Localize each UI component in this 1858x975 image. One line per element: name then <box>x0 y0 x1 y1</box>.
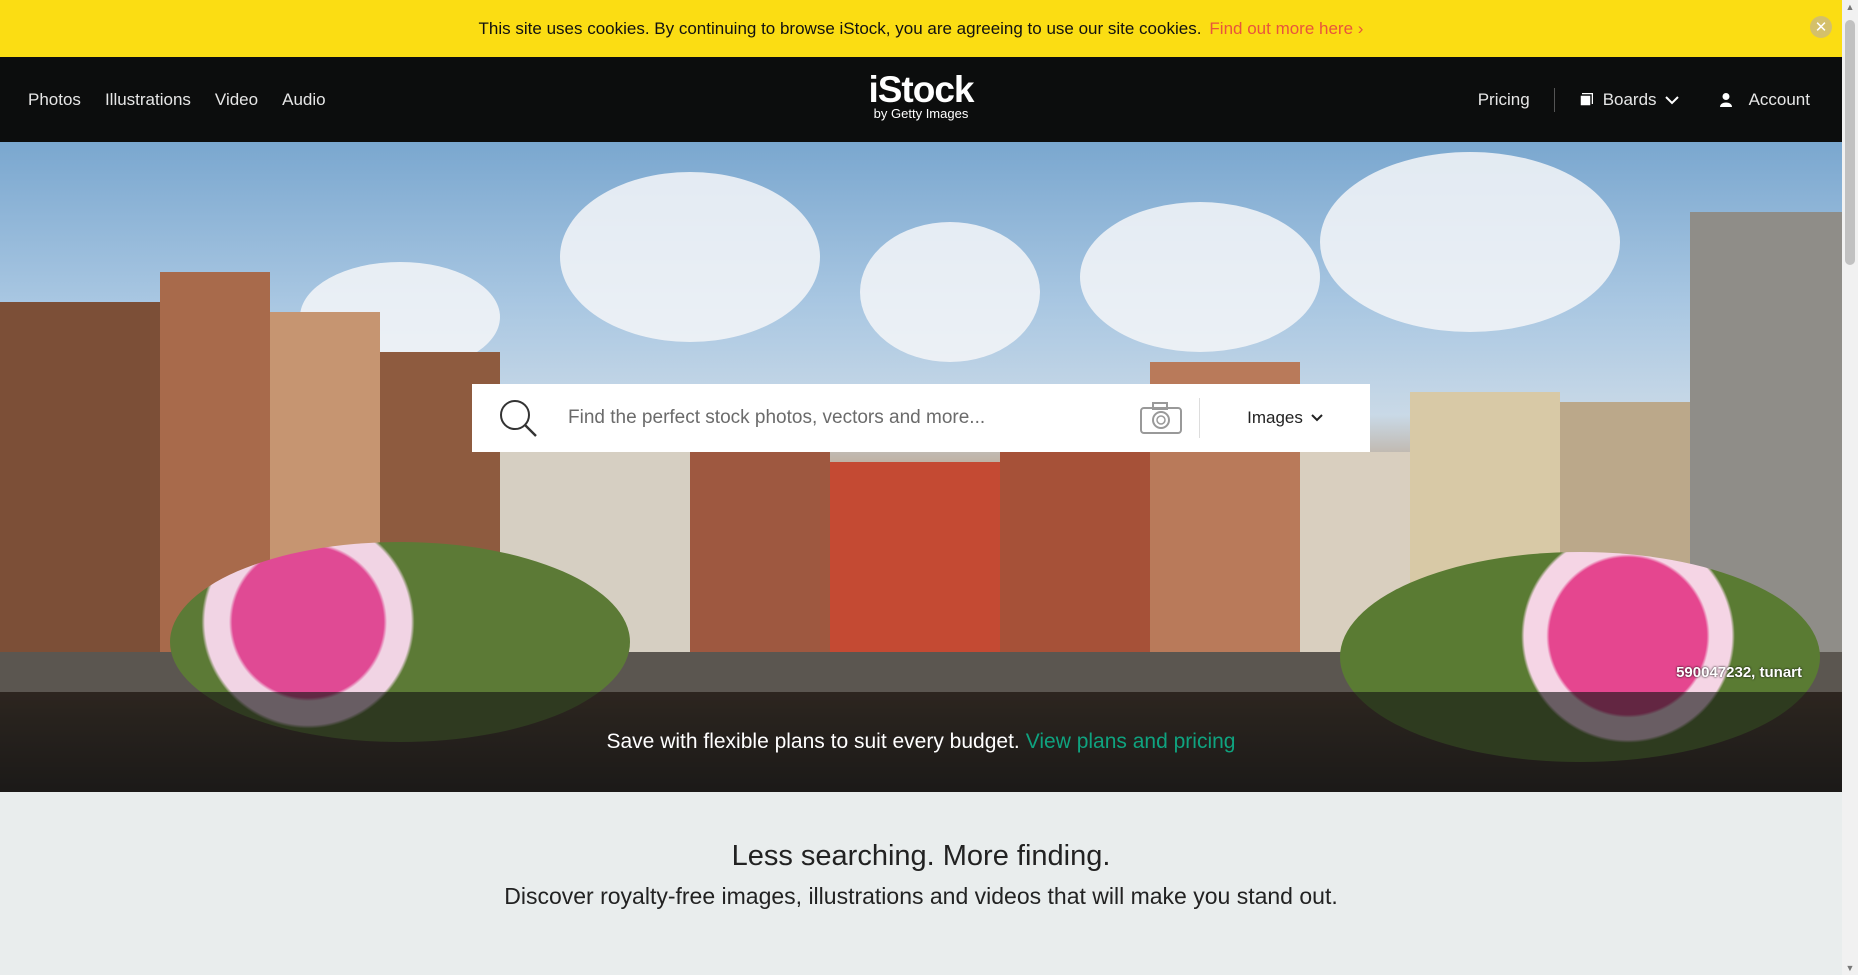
nav-boards[interactable]: Boards <box>1578 89 1679 110</box>
image-credit: 590047232, tunart <box>1676 664 1802 681</box>
hero-section: 590047232, tunart Save with flexible pla… <box>0 142 1842 792</box>
tagline-section: Less searching. More finding. Discover r… <box>0 792 1842 975</box>
cookie-banner: This site uses cookies. By continuing to… <box>0 0 1842 57</box>
scroll-down-arrow-icon[interactable]: ▼ <box>1845 963 1855 973</box>
search-icon[interactable] <box>496 396 540 440</box>
account-label: Account <box>1748 89 1810 109</box>
cookie-find-out-more-link[interactable]: Find out more here › <box>1209 19 1363 39</box>
promo-text: Save with flexible plans to suit every b… <box>606 730 1020 753</box>
cloud <box>1320 152 1620 332</box>
close-icon[interactable]: ✕ <box>1810 16 1832 38</box>
boards-icon <box>1578 92 1593 107</box>
nav-video[interactable]: Video <box>215 90 258 110</box>
chevron-down-icon <box>1664 95 1679 104</box>
nav-left: Photos Illustrations Video Audio <box>28 57 326 142</box>
istock-logo[interactable]: iStock by Getty Images <box>866 71 976 127</box>
cloud <box>560 172 820 342</box>
view-plans-link[interactable]: View plans and pricing <box>1026 730 1236 754</box>
chevron-down-icon <box>1311 414 1323 422</box>
pricing-label: Pricing <box>1477 89 1530 109</box>
logo-subtitle: by Getty Images <box>873 106 969 121</box>
cloud <box>860 222 1040 362</box>
vertical-scrollbar[interactable]: ▲ ▼ <box>1842 0 1858 975</box>
nav-account[interactable]: Account <box>1719 90 1810 110</box>
nav-photos[interactable]: Photos <box>28 90 81 110</box>
nav-audio[interactable]: Audio <box>282 90 325 110</box>
promo-bar: Save with flexible plans to suit every b… <box>0 692 1842 792</box>
nav-right: Pricing Boards Account <box>1478 57 1810 142</box>
camera-icon[interactable] <box>1139 401 1183 435</box>
scroll-up-arrow-icon[interactable]: ▲ <box>1845 2 1855 12</box>
logo-wordmark: iStock <box>868 69 974 110</box>
nav-illustrations[interactable]: Illustrations <box>105 90 191 110</box>
boards-label: Boards <box>1602 89 1657 109</box>
media-type-dropdown[interactable]: Images <box>1200 408 1370 428</box>
page-subheading: Discover royalty-free images, illustrati… <box>504 883 1338 909</box>
cloud <box>1080 202 1320 352</box>
search-bar: Images <box>472 384 1370 452</box>
media-type-value: Images <box>1247 408 1303 427</box>
nav-pricing[interactable]: Pricing <box>1478 90 1530 110</box>
scrollbar-thumb[interactable] <box>1845 20 1855 265</box>
cookie-text: This site uses cookies. By continuing to… <box>478 18 1202 38</box>
building <box>0 302 160 692</box>
user-icon <box>1719 92 1732 107</box>
search-input[interactable] <box>540 384 1139 452</box>
nav-divider <box>1553 87 1555 112</box>
top-navigation: Photos Illustrations Video Audio iStock … <box>0 57 1842 142</box>
page-heading: Less searching. More finding. <box>731 840 1111 872</box>
